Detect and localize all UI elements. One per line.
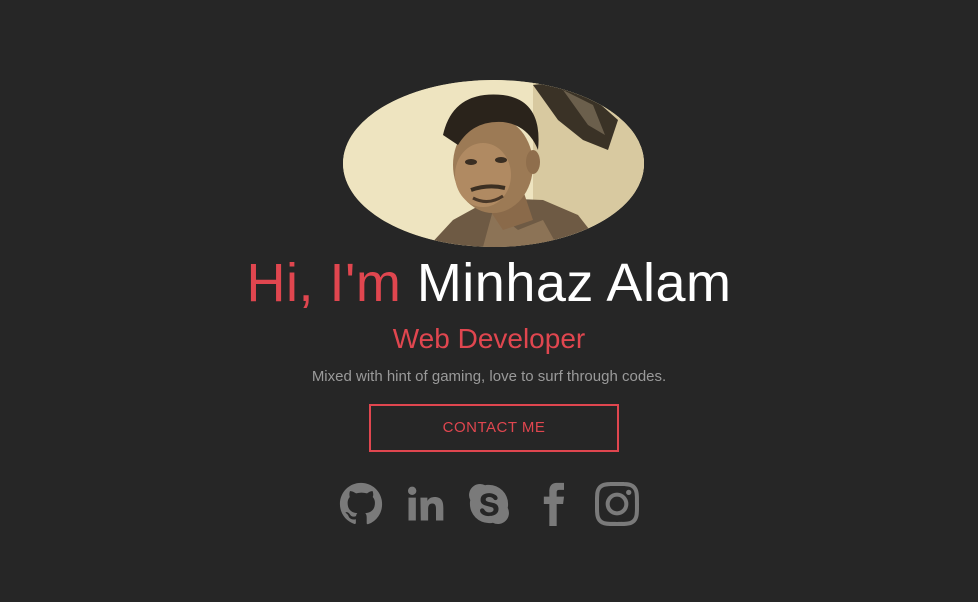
linkedin-icon <box>403 482 447 531</box>
github-icon <box>339 482 383 531</box>
instagram-link[interactable] <box>591 480 643 532</box>
name-text: Minhaz Alam <box>416 253 732 313</box>
social-links <box>0 480 978 532</box>
contact-me-button[interactable]: CONTACT ME <box>369 404 619 452</box>
github-link[interactable] <box>335 480 387 532</box>
role-title: Web Developer <box>392 323 586 354</box>
facebook-icon <box>531 482 575 531</box>
hero-section: Hi, I'm Minhaz Alam Web Developer Mixed … <box>0 0 978 602</box>
skype-icon <box>467 482 511 531</box>
tagline-text: Mixed with hint of gaming, love to surf … <box>311 368 667 385</box>
facebook-link[interactable] <box>527 480 579 532</box>
hero-heading: Hi, I'm Minhaz Alam <box>0 251 978 315</box>
instagram-icon <box>595 481 639 531</box>
greeting-text: Hi, I'm <box>246 253 417 313</box>
profile-photo <box>343 80 644 247</box>
profile-avatar <box>343 80 644 247</box>
linkedin-link[interactable] <box>399 480 451 532</box>
skype-link[interactable] <box>463 480 515 532</box>
